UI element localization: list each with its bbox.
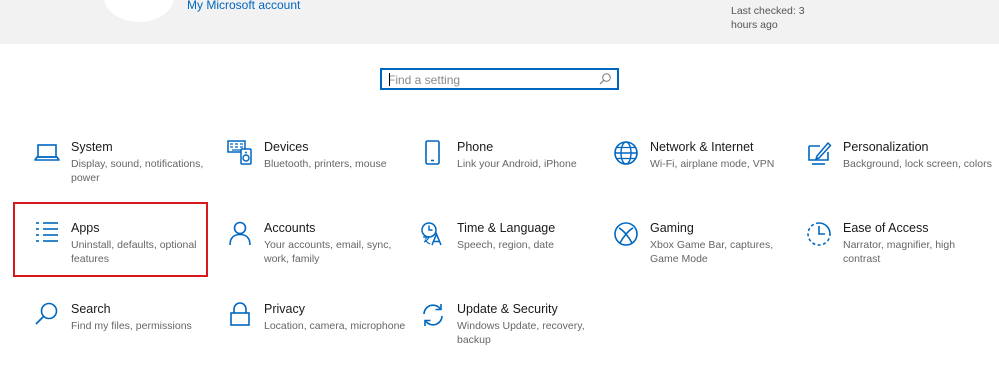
- tile-ease-of-access[interactable]: Ease of Access Narrator, magnifier, high…: [806, 221, 996, 293]
- tile-personalization[interactable]: Personalization Background, lock screen,…: [806, 140, 996, 212]
- avatar: [104, 0, 174, 22]
- sync-icon: [423, 304, 443, 326]
- tile-update-security[interactable]: Update & Security Windows Update, recove…: [420, 302, 610, 374]
- tile-title: Network & Internet: [650, 140, 754, 154]
- search-icon: [599, 73, 611, 85]
- tile-title: Personalization: [843, 140, 929, 154]
- tile-description: Wi-Fi, airplane mode, VPN: [650, 158, 775, 170]
- tile-title: Accounts: [264, 221, 316, 235]
- last-checked-text: Last checked: 3 hours ago: [731, 5, 805, 31]
- tile-privacy[interactable]: Privacy Location, camera, microphone: [227, 302, 417, 374]
- tile-title: Ease of Access: [843, 221, 929, 235]
- tile-title: Gaming: [650, 221, 694, 235]
- tile-devices[interactable]: Devices Bluetooth, printers, mouse: [227, 140, 417, 212]
- tile-network-internet[interactable]: Network & Internet Wi-Fi, airplane mode,…: [613, 140, 803, 212]
- tile-title: Update & Security: [457, 302, 558, 316]
- tile-title: Search: [71, 302, 111, 316]
- tile-gaming[interactable]: Gaming Xbox Game Bar, captures, Game Mod…: [613, 221, 803, 293]
- search-icon: [35, 302, 58, 325]
- search-box[interactable]: [380, 68, 619, 90]
- tile-description: Xbox Game Bar, captures, Game Mode: [650, 239, 774, 265]
- phone-icon: [425, 140, 440, 165]
- globe-icon: [614, 141, 638, 165]
- lock-icon: [230, 302, 250, 326]
- tile-title: Time & Language: [457, 221, 556, 235]
- laptop-icon: [34, 144, 60, 161]
- tile-description: Display, sound, notifications, power: [71, 158, 204, 184]
- tile-description: Background, lock screen, colors: [843, 158, 992, 170]
- text-caret: [389, 73, 390, 86]
- tile-description: Link your Android, iPhone: [457, 158, 577, 170]
- tile-title: Devices: [264, 140, 309, 154]
- tile-description: Location, camera, microphone: [264, 320, 406, 332]
- tile-time-language[interactable]: Time & Language Speech, region, date: [420, 221, 610, 293]
- time-language-icon: [421, 222, 442, 246]
- highlight-box: [13, 202, 208, 277]
- tile-description: Bluetooth, printers, mouse: [264, 158, 387, 170]
- tile-description: Windows Update, recovery, backup: [457, 320, 585, 346]
- xbox-icon: [614, 222, 638, 246]
- personalization-icon: [808, 142, 832, 165]
- account-header-band: My Microsoft account Last checked: 3 hou…: [0, 0, 999, 44]
- tile-title: Privacy: [264, 302, 305, 316]
- tile-description: Find my files, permissions: [71, 320, 192, 332]
- tile-title: System: [71, 140, 113, 154]
- ease-of-access-icon: [807, 222, 831, 246]
- tile-description: Narrator, magnifier, high contrast: [843, 239, 956, 265]
- search-input[interactable]: [388, 71, 588, 88]
- tile-accounts[interactable]: Accounts Your accounts, email, sync, wor…: [227, 221, 417, 293]
- tile-title: Phone: [457, 140, 494, 154]
- tile-description: Your accounts, email, sync, work, family: [264, 239, 392, 265]
- tile-search[interactable]: Search Find my files, permissions: [34, 302, 224, 374]
- person-icon: [229, 221, 251, 246]
- devices-icon: [227, 140, 252, 165]
- microsoft-account-link[interactable]: My Microsoft account: [187, 0, 300, 12]
- tile-description: Speech, region, date: [457, 239, 554, 251]
- tile-phone[interactable]: Phone Link your Android, iPhone: [420, 140, 610, 212]
